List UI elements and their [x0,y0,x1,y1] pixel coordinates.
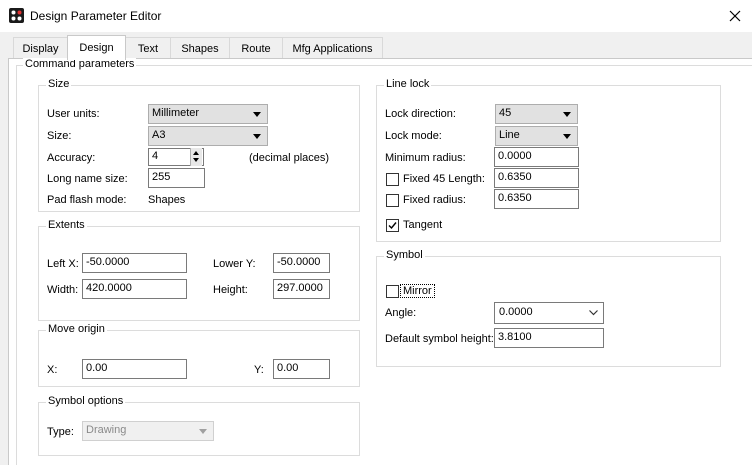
lock-direction-select[interactable]: 45 [495,104,578,124]
mirror-label: Mirror [400,284,435,298]
lower-y-input[interactable]: -50.0000 [273,253,330,273]
tab-display[interactable]: Display [13,37,68,59]
fixed-radius-checkbox[interactable] [386,194,399,207]
symbol-type-label: Type: [47,426,74,438]
lock-mode-select[interactable]: Line [495,126,578,146]
origin-y-label: Y: [254,364,264,376]
size-group-label: Size [46,78,72,90]
accuracy-label: Accuracy: [47,152,96,164]
tangent-label: Tangent [403,219,443,231]
fixed-45-length-checkbox[interactable] [386,173,399,186]
minimum-radius-label: Minimum radius: [385,152,466,164]
tab-design[interactable]: Design [67,35,126,60]
origin-x-label: X: [47,364,58,376]
width-label: Width: [47,284,79,296]
default-symbol-height-input[interactable]: 3.8100 [494,328,604,348]
angle-value: 0.0000 [499,306,533,318]
symbol-type-select[interactable]: Drawing [82,421,214,441]
origin-x-input[interactable]: 0.00 [82,359,187,379]
chevron-down-icon [563,112,571,117]
accuracy-value: 4 [152,150,159,162]
line-lock-group-label: Line lock [384,78,432,90]
pad-flash-mode-value: Shapes [148,194,186,206]
move-origin-group-label: Move origin [46,323,107,335]
mirror-checkbox[interactable] [386,285,399,298]
symbol-type-value: Drawing [86,424,127,436]
tangent-checkbox[interactable] [386,219,399,232]
extents-group-label: Extents [46,219,87,231]
tab-text[interactable]: Text [125,37,171,59]
size-label: Size: [47,130,72,142]
width-input[interactable]: 420.0000 [82,279,187,299]
size-select[interactable]: A3 [148,126,268,146]
fixed-radius-input[interactable]: 0.6350 [494,189,579,209]
lock-mode-label: Lock mode: [385,130,442,142]
origin-y-input[interactable]: 0.00 [273,359,330,379]
pad-flash-mode-label: Pad flash mode: [47,194,127,206]
tab-shapes[interactable]: Shapes [170,37,230,59]
angle-select[interactable]: 0.0000 [494,302,604,324]
app-logo-icon [9,8,24,23]
accuracy-spin-buttons[interactable] [190,148,202,166]
user-units-label: User units: [47,108,100,120]
fixed-45-length-input[interactable]: 0.6350 [494,168,579,188]
checkmark-icon [388,222,397,230]
minimum-radius-input[interactable]: 0.0000 [494,147,579,167]
symbol-group-label: Symbol [384,249,425,261]
fixed-45-length-label: Fixed 45 Length: [403,173,485,185]
height-input[interactable]: 297.0000 [273,279,330,299]
lower-y-label: Lower Y: [213,258,256,270]
height-label: Height: [213,284,248,296]
lock-direction-label: Lock direction: [385,108,456,120]
user-units-select[interactable]: Millimeter [148,104,268,124]
close-icon [729,10,741,22]
user-units-value: Millimeter [152,107,200,119]
chevron-down-icon [253,134,261,139]
left-x-label: Left X: [47,258,79,270]
default-symbol-height-label: Default symbol height: [385,333,494,345]
tab-mfg-applications[interactable]: Mfg Applications [282,37,383,59]
left-x-input[interactable]: -50.0000 [82,253,187,273]
size-value: A3 [152,129,166,141]
spin-down-icon[interactable] [193,158,199,162]
symbol-options-group-label: Symbol options [46,395,126,407]
close-button[interactable] [718,0,752,32]
accuracy-suffix: (decimal places) [249,152,330,164]
lock-direction-value: 45 [499,107,512,119]
extents-group: Extents [38,219,360,321]
chevron-down-icon [563,134,571,139]
fixed-radius-label: Fixed radius: [403,194,466,206]
long-name-size-label: Long name size: [47,173,128,185]
window-title: Design Parameter Editor [30,9,162,23]
angle-label: Angle: [385,307,417,319]
long-name-size-input[interactable]: 255 [148,168,205,188]
chevron-down-icon [199,429,207,434]
chevron-down-icon [589,310,598,316]
spin-up-icon[interactable] [193,151,199,155]
chevron-down-icon [253,112,261,117]
lock-mode-value: Line [499,129,520,141]
tab-route[interactable]: Route [229,37,283,59]
